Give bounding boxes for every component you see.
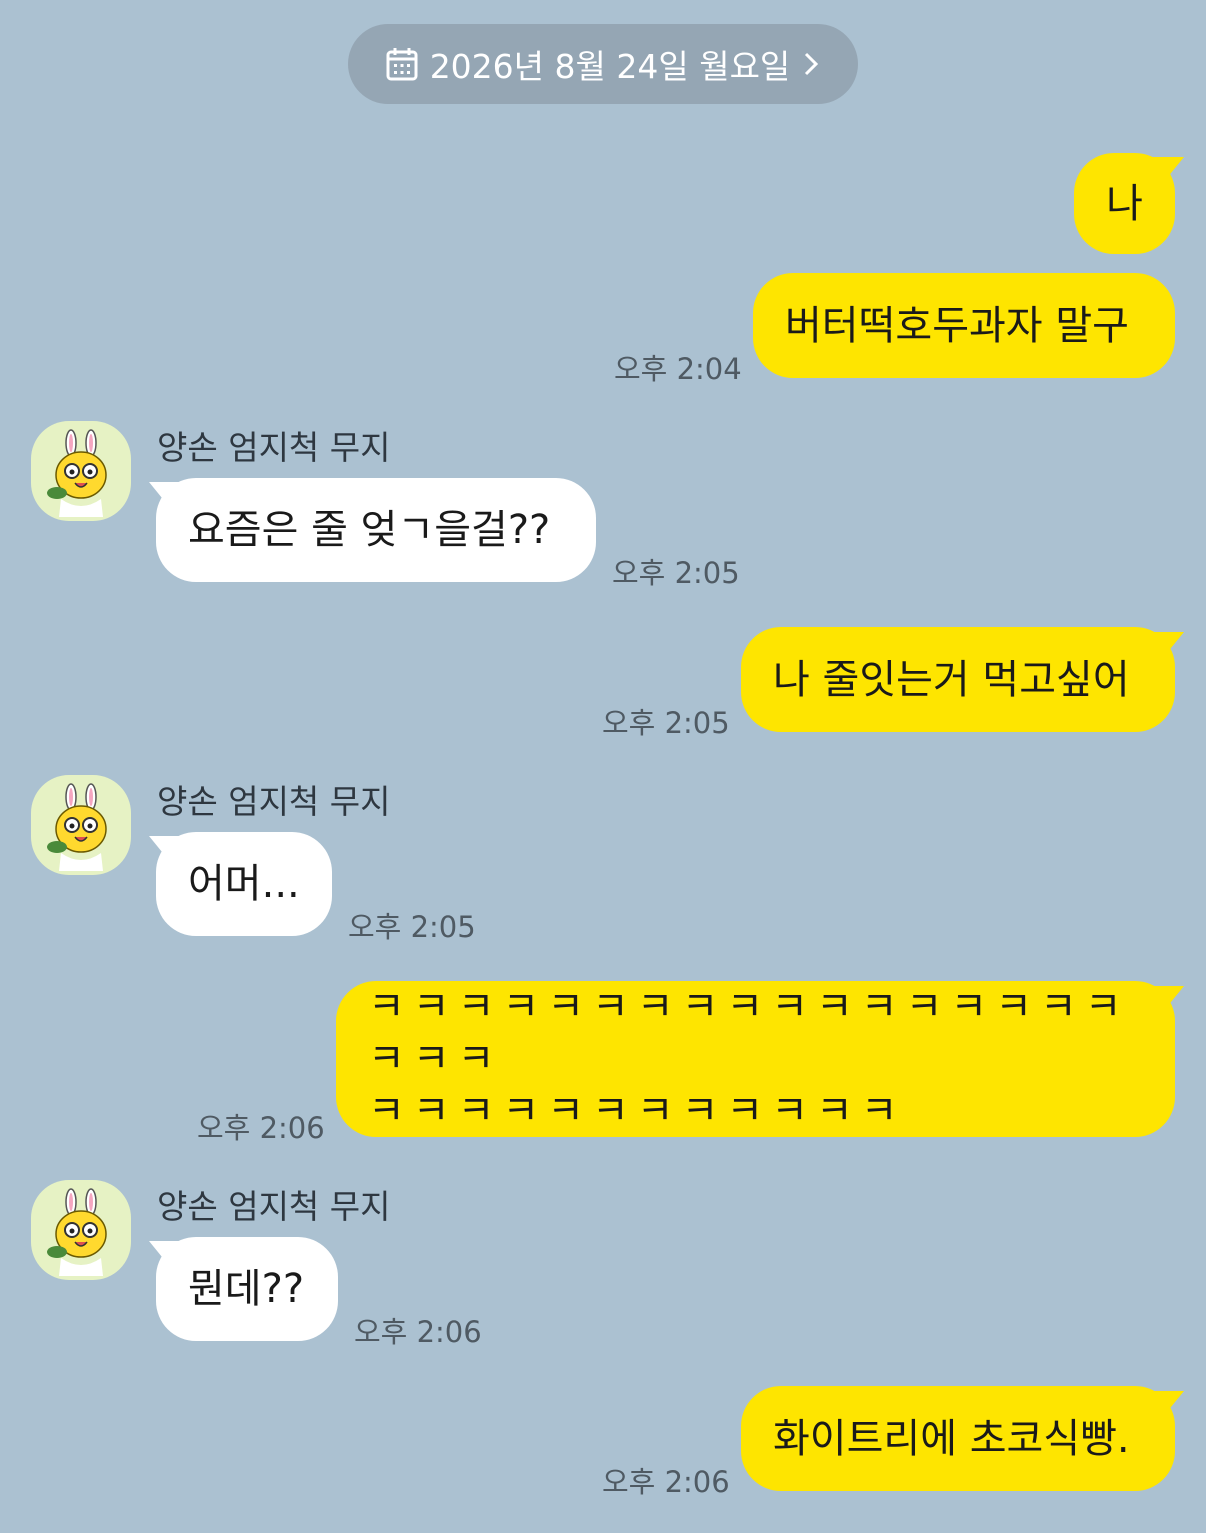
- message-text: 뭔데??: [188, 1266, 305, 1312]
- calendar-icon: [386, 48, 418, 81]
- sender-name: 양손 엄지척 무지: [157, 1187, 391, 1226]
- message-time: 오후 2:05: [348, 910, 476, 944]
- message-text: 어머...: [188, 861, 300, 907]
- message-text: 화이트리에 초코식빵.: [773, 1415, 1130, 1462]
- date-label: 2026년 8월 24일 월요일: [429, 47, 791, 86]
- bubble-tail: [1150, 1391, 1184, 1423]
- sender-name: 양손 엄지척 무지: [157, 782, 391, 821]
- my-message-bubble[interactable]: ㅋㅋㅋㅋㅋㅋㅋㅋㅋㅋㅋㅋㅋㅋㅋㅋㅋㅋㅋㅋ ㅋㅋㅋㅋㅋㅋㅋㅋㅋㅋㅋㅋ: [336, 981, 1175, 1137]
- muzi-avatar-icon: [47, 783, 107, 871]
- message-time: 오후 2:05: [612, 556, 740, 590]
- bubble-tail: [1150, 632, 1184, 664]
- message-time: 오후 2:06: [602, 1465, 730, 1499]
- avatar[interactable]: [31, 421, 131, 521]
- message-time: 오후 2:06: [197, 1111, 325, 1145]
- sender-name: 양손 엄지척 무지: [157, 428, 391, 467]
- my-message-bubble[interactable]: 화이트리에 초코식빵.: [741, 1386, 1175, 1491]
- date-divider[interactable]: 2026년 8월 24일 월요일: [348, 24, 858, 104]
- their-message-bubble[interactable]: 어머...: [156, 832, 332, 936]
- message-text: 요즘은 줄 엊ㄱ을걸??: [188, 507, 551, 553]
- chevron-right-icon: [805, 52, 819, 76]
- bubble-tail: [1150, 157, 1184, 189]
- message-text-line: ㅋㅋㅋㅋㅋㅋㅋㅋㅋㅋㅋㅋ: [368, 1088, 906, 1134]
- message-time: 오후 2:05: [602, 706, 730, 740]
- message-text: 나: [1106, 180, 1143, 227]
- their-message-bubble[interactable]: 뭔데??: [156, 1237, 338, 1341]
- muzi-avatar-icon: [47, 429, 107, 517]
- my-message-bubble[interactable]: 버터떡호두과자 말구: [753, 273, 1175, 378]
- bubble-tail: [1150, 986, 1184, 1018]
- message-time: 오후 2:04: [614, 352, 742, 386]
- muzi-avatar-icon: [47, 1188, 107, 1276]
- message-text: 버터떡호두과자 말구: [785, 302, 1129, 349]
- their-message-bubble[interactable]: 요즘은 줄 엊ㄱ을걸??: [156, 478, 596, 582]
- message-time: 오후 2:06: [354, 1315, 482, 1349]
- my-message-bubble[interactable]: 나 줄잇는거 먹고싶어: [741, 627, 1175, 732]
- avatar[interactable]: [31, 1180, 131, 1280]
- message-text-line: ㅋㅋㅋㅋㅋㅋㅋㅋㅋㅋㅋㅋㅋㅋㅋㅋㅋㅋㅋㅋ: [368, 984, 1130, 1082]
- message-text: 나 줄잇는거 먹고싶어: [773, 656, 1130, 703]
- avatar[interactable]: [31, 775, 131, 875]
